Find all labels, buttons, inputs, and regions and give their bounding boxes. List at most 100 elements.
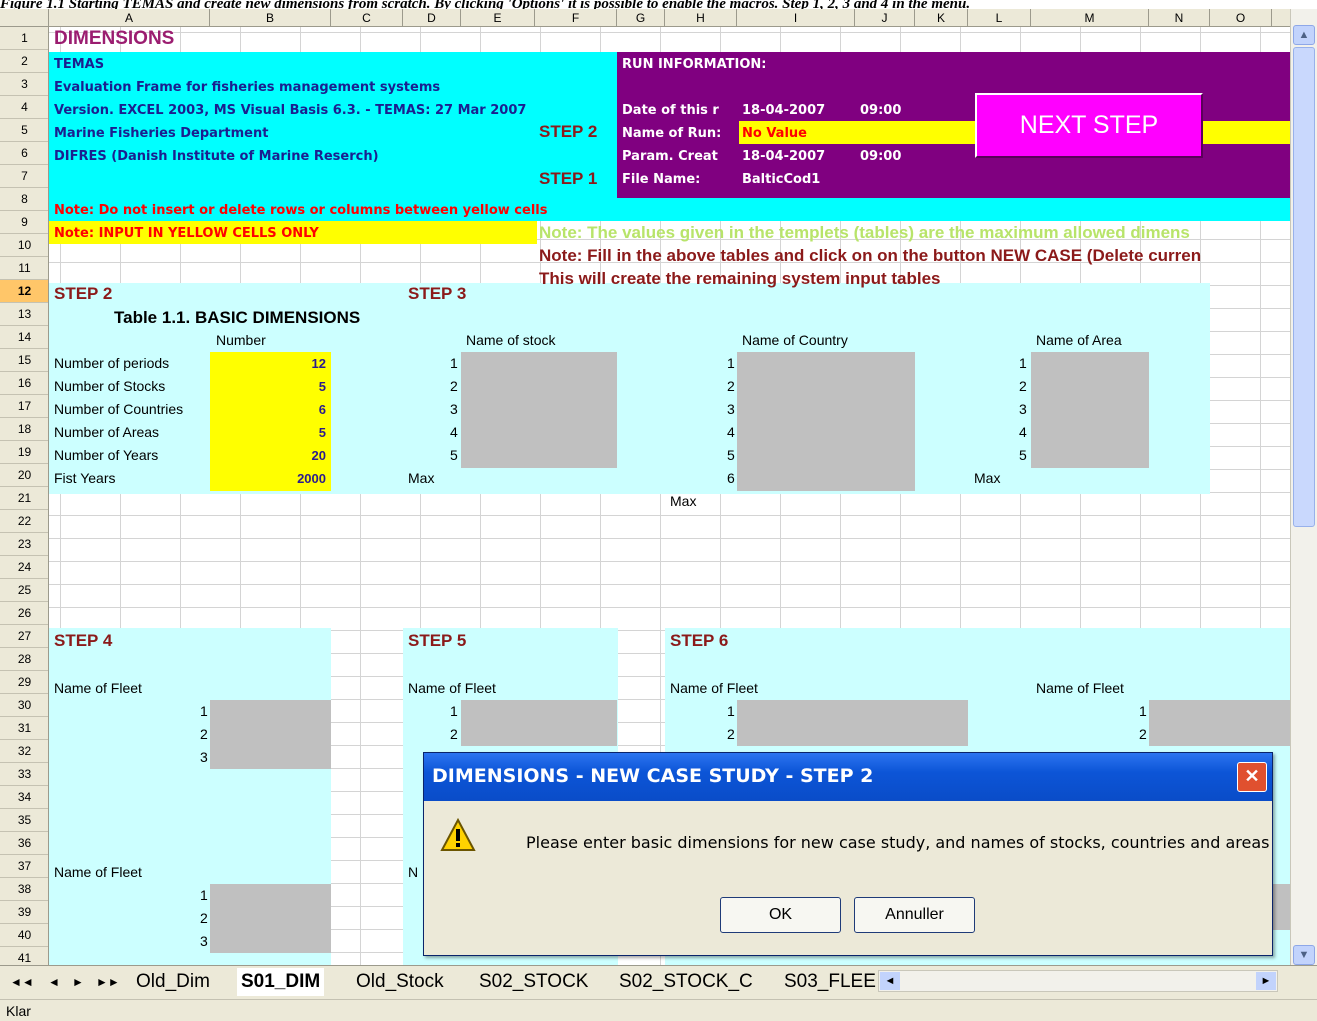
row-header[interactable]: 35	[0, 809, 48, 832]
row-header[interactable]: 20	[0, 464, 48, 487]
sheet-tab[interactable]: S03_FLEE	[784, 968, 876, 996]
value-stocks[interactable]: 5	[216, 375, 326, 398]
close-icon[interactable]: ✕	[1237, 762, 1267, 792]
column-header[interactable]: C	[331, 9, 403, 27]
row-header[interactable]: 30	[0, 694, 48, 717]
row-header[interactable]: 8	[0, 188, 48, 211]
country-name-cells[interactable]	[737, 352, 915, 491]
row-header[interactable]: 34	[0, 786, 48, 809]
column-header[interactable]: M	[1031, 9, 1149, 27]
row-header[interactable]: 27	[0, 625, 48, 648]
row-header[interactable]: 19	[0, 441, 48, 464]
row-header[interactable]: 1	[0, 27, 48, 50]
fleet6c-name-cells[interactable]	[1273, 884, 1290, 930]
last-sheet-icon[interactable]: ►►	[96, 968, 120, 996]
run-name-value[interactable]: No Value	[742, 122, 807, 145]
prev-sheet-icon[interactable]: ◄	[48, 968, 60, 996]
horizontal-scrollbar[interactable]: ◄ ►	[878, 970, 1278, 992]
first-sheet-icon[interactable]: ◄◄	[10, 968, 34, 996]
sheet-tab-active[interactable]: S01_DIM	[237, 968, 325, 996]
row-header[interactable]: 33	[0, 763, 48, 786]
fleet5-index: 2	[450, 726, 458, 742]
column-header[interactable]: N	[1149, 9, 1210, 27]
column-header[interactable]: K	[915, 9, 968, 27]
sheet-tab[interactable]: Old_Stock	[356, 968, 444, 996]
row-header-selected[interactable]: 12	[0, 280, 48, 303]
row-header[interactable]: 13	[0, 303, 48, 326]
cancel-button[interactable]: Annuller	[854, 897, 975, 933]
row-header[interactable]: 37	[0, 855, 48, 878]
fleet6b-name-cells[interactable]	[1149, 700, 1290, 746]
row-header[interactable]: 5	[0, 119, 48, 142]
column-header[interactable]: H	[665, 9, 737, 27]
value-first-year[interactable]: 2000	[216, 467, 326, 490]
sheet-tab[interactable]: Old_Dim	[136, 968, 210, 996]
ok-button[interactable]: OK	[720, 897, 841, 933]
row-header[interactable]: 24	[0, 556, 48, 579]
row-header[interactable]: 14	[0, 326, 48, 349]
column-header[interactable]: L	[968, 9, 1031, 27]
stock-name-cells[interactable]	[461, 352, 617, 468]
row-header[interactable]: 4	[0, 96, 48, 119]
fleet4a-name-cells[interactable]	[210, 700, 331, 769]
scroll-right-icon[interactable]: ►	[1256, 972, 1276, 990]
scroll-up-icon[interactable]: ▲	[1293, 25, 1315, 45]
row-header[interactable]: 9	[0, 211, 48, 234]
row-header[interactable]: 22	[0, 510, 48, 533]
value-years[interactable]: 20	[216, 444, 326, 467]
value-areas[interactable]: 5	[216, 421, 326, 444]
column-header[interactable]: A	[49, 9, 210, 27]
value-countries[interactable]: 6	[216, 398, 326, 421]
column-header[interactable]: D	[403, 9, 461, 27]
row-header[interactable]: 31	[0, 717, 48, 740]
column-header[interactable]: E	[461, 9, 535, 27]
column-header[interactable]: O	[1210, 9, 1272, 27]
row-header[interactable]: 17	[0, 395, 48, 418]
row-header[interactable]: 3	[0, 73, 48, 96]
row-header[interactable]: 7	[0, 165, 48, 188]
sheet-tab[interactable]: S02_STOCK_C	[619, 968, 753, 996]
value-periods[interactable]: 12	[216, 352, 326, 375]
country-index: 2	[727, 378, 735, 394]
row-header[interactable]: 38	[0, 878, 48, 901]
select-all-corner[interactable]	[0, 9, 49, 27]
row-header[interactable]: 36	[0, 832, 48, 855]
row-header[interactable]: 10	[0, 234, 48, 257]
sheet-tab[interactable]: S02_STOCK	[479, 968, 588, 996]
dialog-box: DIMENSIONS - NEW CASE STUDY - STEP 2 ✕ P…	[423, 752, 1273, 956]
row-header[interactable]: 2	[0, 50, 48, 73]
next-sheet-icon[interactable]: ►	[72, 968, 84, 996]
scroll-left-icon[interactable]: ◄	[880, 972, 900, 990]
row-header[interactable]: 32	[0, 740, 48, 763]
row-header[interactable]: 28	[0, 648, 48, 671]
row-header[interactable]: 40	[0, 924, 48, 947]
fleet6-index: 2	[727, 726, 735, 742]
row-header[interactable]: 41	[0, 947, 48, 965]
row-header[interactable]: 16	[0, 372, 48, 395]
vertical-scrollbar[interactable]: ▲ ▼	[1290, 9, 1317, 965]
row-header[interactable]: 25	[0, 579, 48, 602]
row-header[interactable]: 15	[0, 349, 48, 372]
row-header[interactable]: 29	[0, 671, 48, 694]
column-header[interactable]: B	[210, 9, 331, 27]
fleet4-header: Name of Fleet	[54, 680, 142, 696]
column-header[interactable]: J	[855, 9, 915, 27]
column-header[interactable]: I	[737, 9, 855, 27]
column-header[interactable]: F	[535, 9, 617, 27]
row-header[interactable]: 21	[0, 487, 48, 510]
row-header[interactable]: 39	[0, 901, 48, 924]
scroll-down-icon[interactable]: ▼	[1293, 945, 1315, 965]
scroll-thumb[interactable]	[1293, 47, 1315, 527]
row-header[interactable]: 23	[0, 533, 48, 556]
next-step-button[interactable]: NEXT STEP	[975, 93, 1203, 158]
fleet4b-name-cells[interactable]	[210, 884, 331, 953]
row-header[interactable]: 26	[0, 602, 48, 625]
fleet6-name-cells[interactable]	[737, 700, 968, 746]
area-name-cells[interactable]	[1031, 352, 1149, 468]
row-header[interactable]: 6	[0, 142, 48, 165]
fleet4-index: 3	[200, 749, 208, 765]
fleet5-name-cells[interactable]	[461, 700, 617, 746]
row-header[interactable]: 11	[0, 257, 48, 280]
row-header[interactable]: 18	[0, 418, 48, 441]
column-header[interactable]: G	[617, 9, 665, 27]
